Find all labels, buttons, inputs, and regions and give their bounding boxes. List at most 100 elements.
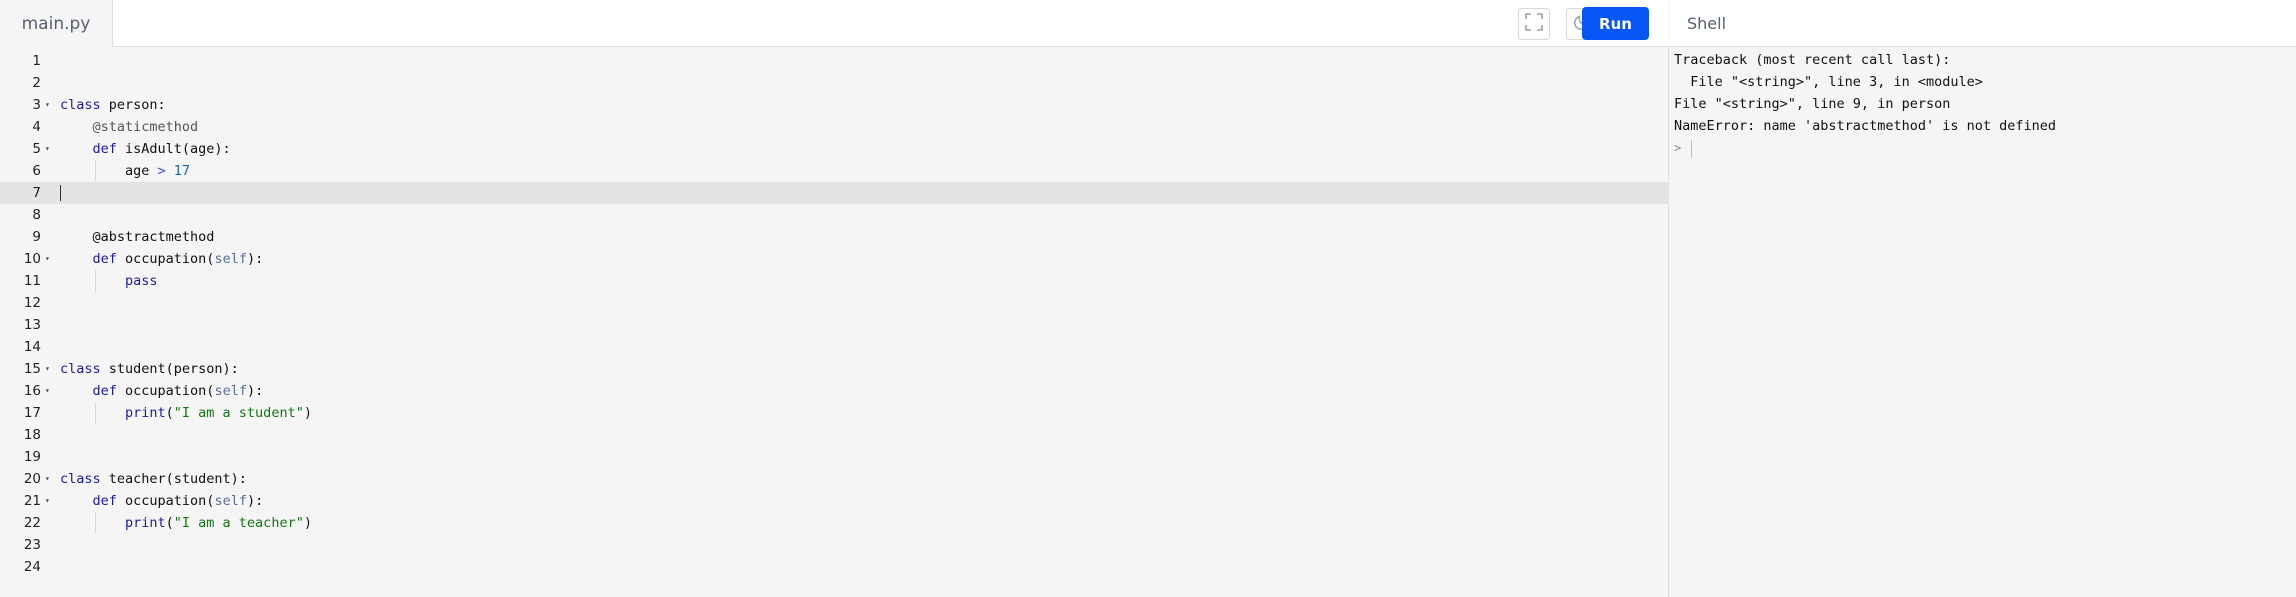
code-token: age	[125, 163, 158, 179]
line-number-text: 24	[23, 559, 41, 575]
code-line[interactable]: 17 print("I am a student")	[0, 402, 1669, 424]
line-number-text: 21	[23, 493, 41, 509]
line-number-text: 5	[32, 141, 41, 157]
code-token: self	[214, 493, 247, 509]
code-text: def occupation(self):	[93, 380, 264, 402]
code-token: pass	[125, 273, 158, 289]
line-number-text: 16	[23, 383, 41, 399]
code-text: print("I am a teacher")	[125, 512, 312, 534]
code-token: ):	[246, 493, 264, 509]
code-text: def occupation(self):	[93, 248, 264, 270]
line-number-text: 23	[23, 537, 41, 553]
code-token: @abstractmethod	[92, 229, 215, 245]
code-line[interactable]: 6 age > 17	[0, 160, 1669, 182]
code-line[interactable]: 10 ▾ def occupation(self):	[0, 248, 1669, 270]
line-number-text: 20	[23, 471, 41, 487]
line-number-text: 8	[32, 207, 41, 223]
shell-input[interactable]: >	[1674, 137, 2292, 159]
code-line[interactable]: 4 @staticmethod	[0, 116, 1669, 138]
code-line[interactable]: 11 pass	[0, 270, 1669, 292]
fold-caret-icon[interactable]: ▾	[45, 248, 50, 270]
code-line[interactable]: 13	[0, 314, 1669, 336]
code-line[interactable]: 23	[0, 534, 1669, 556]
code-line[interactable]: 1	[0, 50, 1669, 72]
code-line[interactable]: 5 ▾ def isAdult(age):	[0, 138, 1669, 160]
fold-caret-icon[interactable]: ▾	[45, 94, 50, 116]
line-number-text: 12	[23, 295, 41, 311]
run-button[interactable]: Run	[1582, 7, 1649, 40]
fold-caret-icon[interactable]: ▾	[45, 490, 50, 512]
code-token: isAdult(age):	[116, 141, 231, 157]
line-number-text: 7	[32, 185, 41, 201]
code-token: teacher(student):	[100, 471, 247, 487]
code-line[interactable]: 14	[0, 336, 1669, 358]
file-tab-main-py[interactable]: main.py	[0, 0, 113, 47]
code-line[interactable]: 21 ▾ def occupation(self):	[0, 490, 1669, 512]
code-line[interactable]: 15 ▾ class student(person):	[0, 358, 1669, 380]
shell-title: Shell	[1670, 0, 2296, 47]
line-number-text: 17	[23, 405, 41, 421]
code-token: "I am a teacher"	[173, 515, 304, 531]
fold-caret-icon[interactable]: ▾	[45, 138, 50, 160]
indent-guide	[94, 402, 96, 424]
line-number-text: 19	[23, 449, 41, 465]
fold-caret-icon[interactable]: ▾	[45, 380, 50, 402]
line-number-text: 3	[32, 97, 41, 113]
code-line[interactable]: 8	[0, 204, 1669, 226]
code-text: class teacher(student):	[60, 468, 247, 490]
code-text: pass	[125, 270, 158, 292]
code-token: ):	[246, 383, 264, 399]
line-number-text: 10	[23, 251, 41, 267]
line-number-text: 2	[32, 75, 41, 91]
code-line[interactable]: 20 ▾ class teacher(student):	[0, 468, 1669, 490]
code-line[interactable]: 12	[0, 292, 1669, 314]
code-token: def	[92, 251, 117, 267]
code-token: person:	[100, 97, 166, 113]
code-token: def	[92, 493, 117, 509]
shell-prompt: >	[1674, 141, 1682, 155]
code-line[interactable]: 9 @abstractmethod	[0, 226, 1669, 248]
code-token: print	[125, 405, 166, 421]
online-python-ide: main.py Run 1 2 3 ▾ class person: 4 @staticmet…	[0, 0, 2296, 597]
shell-output[interactable]: Traceback (most recent call last): File …	[1674, 49, 2292, 159]
code-text: def occupation(self):	[93, 490, 264, 512]
code-text: age > 17	[125, 160, 190, 182]
fold-caret-icon[interactable]: ▾	[45, 468, 50, 490]
editor-toolbar: main.py Run	[0, 0, 1669, 47]
line-number-text: 4	[32, 119, 41, 135]
text-cursor	[60, 185, 61, 201]
code-editor[interactable]: 1 2 3 ▾ class person: 4 @staticmethod 5 ▾ def isA…	[0, 48, 1669, 597]
code-line[interactable]: 22 print("I am a teacher")	[0, 512, 1669, 534]
fold-caret-icon[interactable]: ▾	[45, 358, 50, 380]
code-token: print	[125, 515, 166, 531]
code-text: class person:	[60, 94, 166, 116]
indent-guide	[94, 512, 96, 534]
line-number-text: 11	[23, 273, 41, 289]
fullscreen-icon	[1525, 12, 1543, 36]
code-token: >	[157, 163, 166, 179]
code-line[interactable]: 7	[0, 182, 1669, 204]
code-token: def	[92, 141, 117, 157]
shell-output-line: File "<string>", line 9, in person	[1674, 96, 1951, 112]
code-token: ):	[246, 251, 264, 267]
code-line[interactable]: 16 ▾ def occupation(self):	[0, 380, 1669, 402]
line-number-text: 9	[32, 229, 41, 245]
editor-pane: main.py Run 1 2 3 ▾ class person: 4 @staticmet…	[0, 0, 1669, 597]
code-line[interactable]: 18	[0, 424, 1669, 446]
code-token: class	[60, 361, 101, 377]
code-token: occupation(	[116, 251, 215, 267]
code-line[interactable]: 24	[0, 556, 1669, 578]
code-line[interactable]: 2	[0, 72, 1669, 94]
code-line[interactable]: 3 ▾ class person:	[0, 94, 1669, 116]
shell-output-line: NameError: name 'abstractmethod' is not …	[1674, 118, 2057, 134]
code-text: print("I am a student")	[125, 402, 312, 424]
code-token: )	[303, 405, 312, 421]
code-token: class	[60, 97, 101, 113]
line-number-text: 1	[32, 53, 41, 69]
code-token: def	[92, 383, 117, 399]
indent-guide	[94, 270, 96, 292]
code-line[interactable]: 19	[0, 446, 1669, 468]
code-token: "I am a student"	[173, 405, 304, 421]
shell-output-line: Traceback (most recent call last):	[1674, 52, 1951, 68]
fullscreen-button[interactable]	[1518, 8, 1550, 40]
